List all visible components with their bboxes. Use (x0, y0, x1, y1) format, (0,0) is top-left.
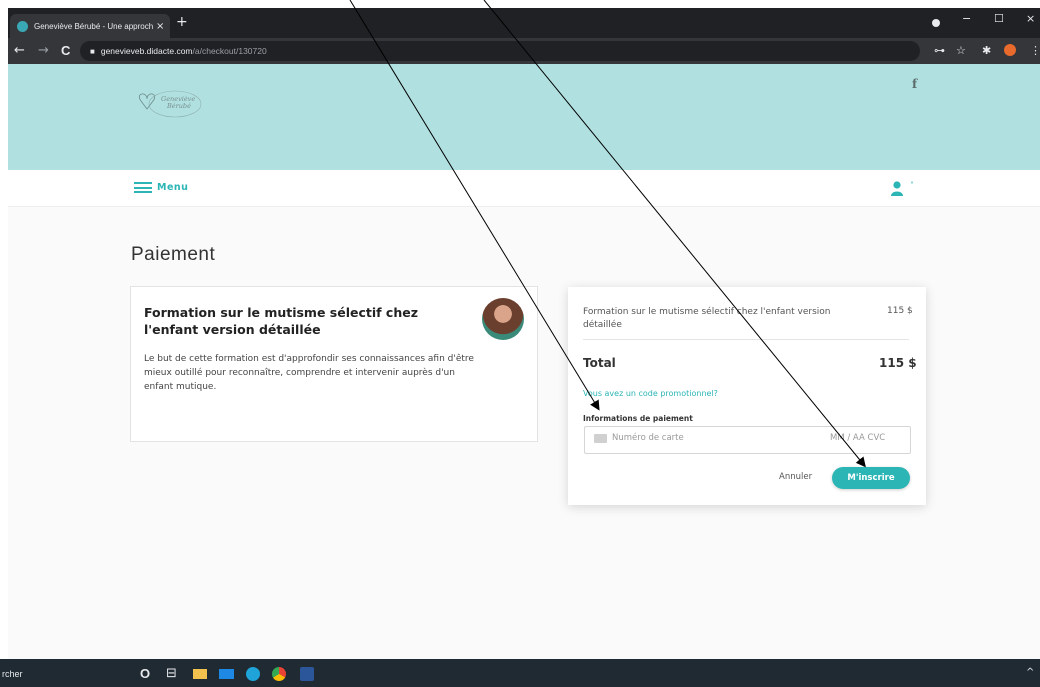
annotation-arrow-submit (483, 0, 866, 468)
annotation-arrow-payment (349, 0, 600, 411)
annotation-arrows (349, 0, 866, 468)
